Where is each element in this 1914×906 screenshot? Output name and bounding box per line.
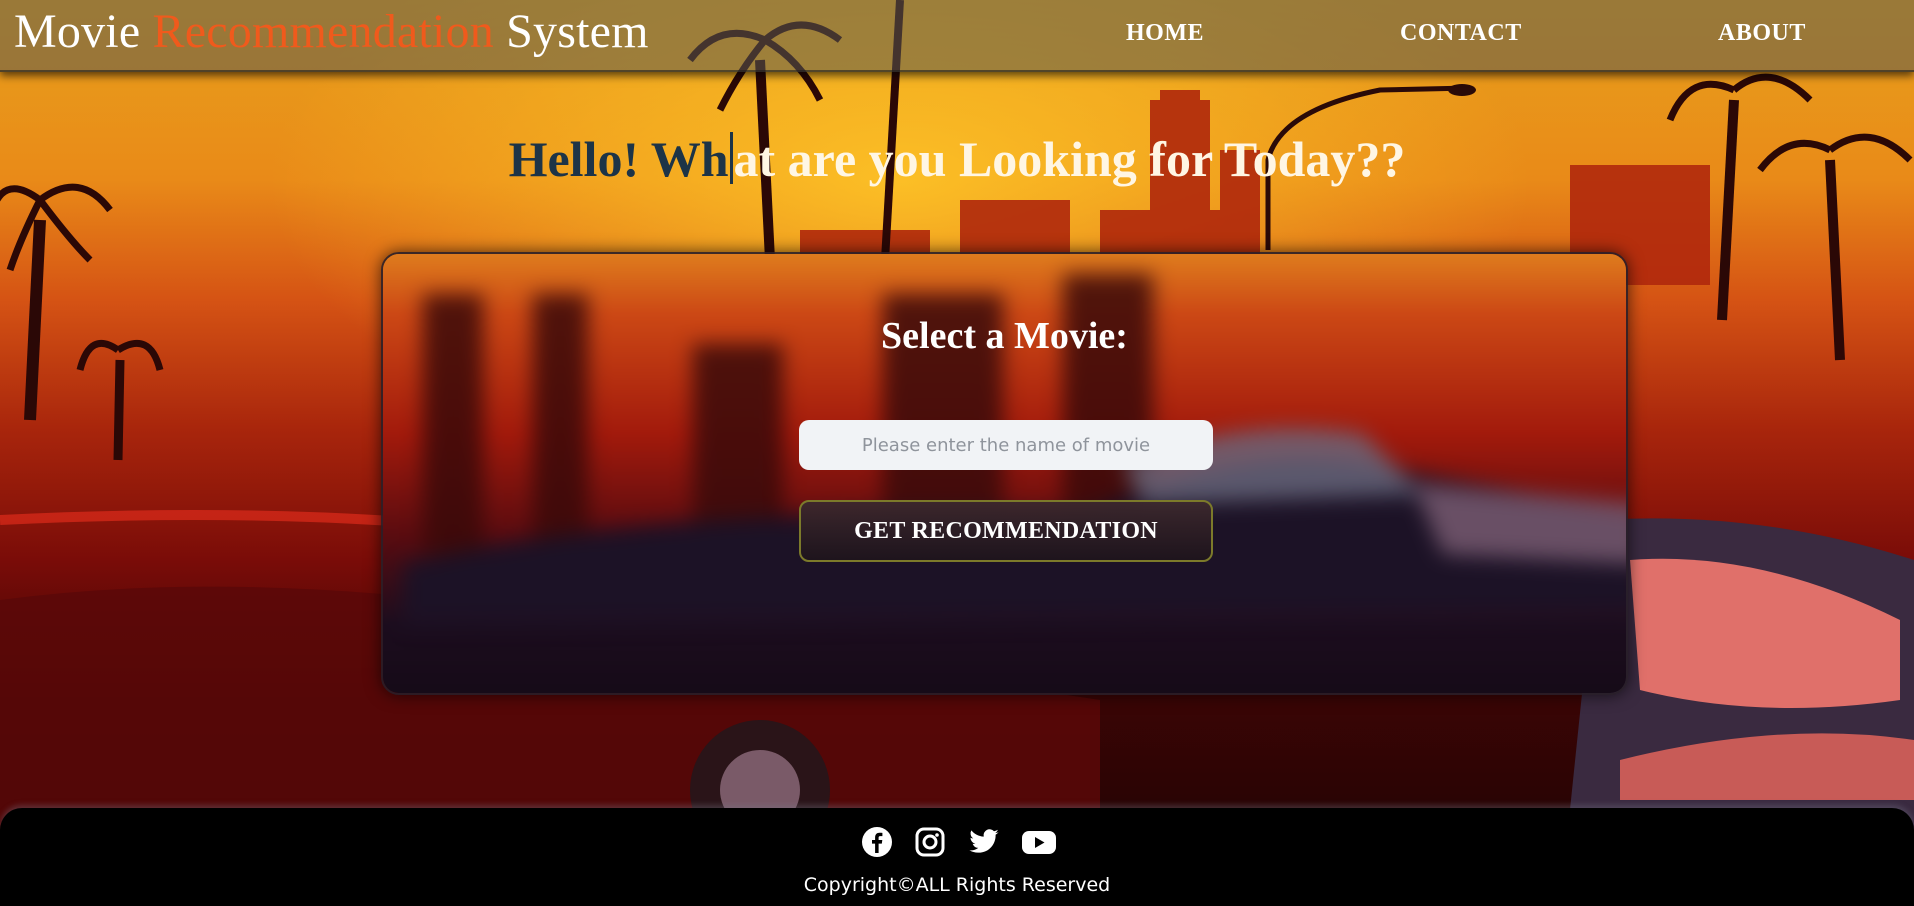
footer: Copyright©ALL Rights Reserved [0,808,1914,906]
youtube-icon[interactable] [1021,826,1057,862]
site-title-system: System [493,5,649,58]
nav-home-link[interactable]: HOME [1126,20,1204,47]
copyright-text: Copyright©ALL Rights Reserved [803,874,1111,896]
twitter-icon[interactable] [968,826,1000,862]
typing-caret [729,132,733,184]
greeting-typed-text: Hello! Wh [508,131,729,187]
movie-name-input[interactable] [799,420,1213,470]
site-title-movie: Movie [14,5,153,58]
select-movie-title: Select a Movie: [881,315,1128,357]
nav-contact-link[interactable]: CONTACT [1400,20,1522,47]
top-navbar: Movie Recommendation System HOME CONTACT… [0,0,1914,72]
instagram-icon[interactable] [915,826,945,862]
nav-about-link[interactable]: ABOUT [1718,20,1806,47]
site-title-recommendation: Recommendation [152,5,494,58]
movie-select-card: Select a Movie: GET RECOMMENDATION [381,252,1628,695]
get-recommendation-button[interactable]: GET RECOMMENDATION [799,500,1213,562]
site-title[interactable]: Movie Recommendation System [14,4,649,59]
greeting-remaining-text: at are you Looking for Today?? [733,131,1406,187]
greeting-heading: Hello! Wh at are you Looking for Today?? [0,130,1914,188]
facebook-icon[interactable] [861,826,893,862]
